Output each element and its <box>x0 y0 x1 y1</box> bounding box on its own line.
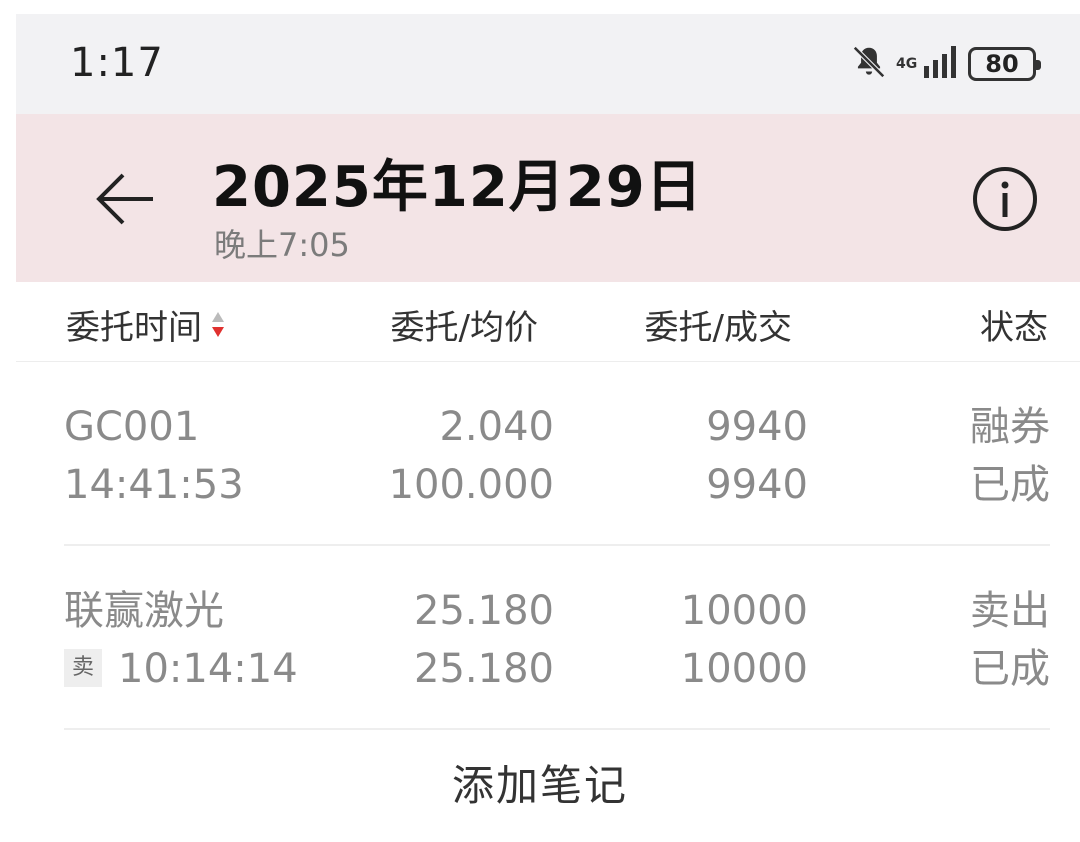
order-qty: 9940 <box>706 404 808 450</box>
status-icons: 4G 80 <box>850 43 1041 85</box>
bell-off-icon <box>850 43 888 85</box>
order-name: GC001 <box>64 404 200 450</box>
signal-icon <box>924 46 960 82</box>
order-type: 卖出 <box>970 588 1050 634</box>
back-button[interactable] <box>90 164 160 234</box>
order-filled: 9940 <box>706 462 808 508</box>
add-note-button[interactable]: 添加笔记 <box>0 752 1080 813</box>
col-status: 状态 <box>980 308 1048 348</box>
column-header: 委托时间 委托/均价 委托/成交 状态 <box>16 282 1080 362</box>
status-bar: 1:17 4G 80 <box>16 14 1080 114</box>
battery-level: 80 <box>985 50 1019 78</box>
col-time-label: 委托时间 <box>66 308 202 348</box>
col-price: 委托/均价 <box>390 308 538 348</box>
order-time-line: 卖 10:14:14 <box>64 640 298 698</box>
clock: 1:17 <box>70 40 164 86</box>
order-avg-price: 25.180 <box>414 646 554 692</box>
sell-tag: 卖 <box>64 649 102 687</box>
order-status: 已成 <box>970 462 1050 508</box>
order-avg-price: 100.000 <box>388 462 554 508</box>
order-time: 10:14:14 <box>118 646 298 692</box>
info-button[interactable] <box>972 166 1038 232</box>
order-time: 14:41:53 <box>64 462 244 508</box>
col-qty: 委托/成交 <box>644 308 792 348</box>
page-subtitle: 晚上7:05 <box>214 226 350 264</box>
order-price: 25.180 <box>414 588 554 634</box>
battery-icon: 80 <box>968 47 1041 81</box>
col-time[interactable]: 委托时间 <box>66 300 226 349</box>
network-type: 4G <box>896 56 918 72</box>
order-qty: 10000 <box>680 588 808 634</box>
sort-icon <box>210 310 226 340</box>
page-title: 2025年12月29日 <box>212 155 703 220</box>
screen: 1:17 4G 80 2025年12月29日 晚上7:05 委托时间 委托/均价… <box>16 14 1080 842</box>
header: 2025年12月29日 晚上7:05 <box>16 114 1080 282</box>
order-type: 融券 <box>970 404 1050 450</box>
order-status: 已成 <box>970 646 1050 692</box>
order-price: 2.040 <box>439 404 554 450</box>
order-row[interactable]: 联赢激光 卖 10:14:14 25.180 25.180 10000 10000… <box>64 546 1050 730</box>
order-filled: 10000 <box>680 646 808 692</box>
back-arrow-icon <box>96 173 153 225</box>
order-row[interactable]: GC001 14:41:53 2.040 100.000 9940 9940 融… <box>64 362 1050 546</box>
order-name: 联赢激光 <box>64 588 224 634</box>
info-icon <box>973 167 1037 231</box>
